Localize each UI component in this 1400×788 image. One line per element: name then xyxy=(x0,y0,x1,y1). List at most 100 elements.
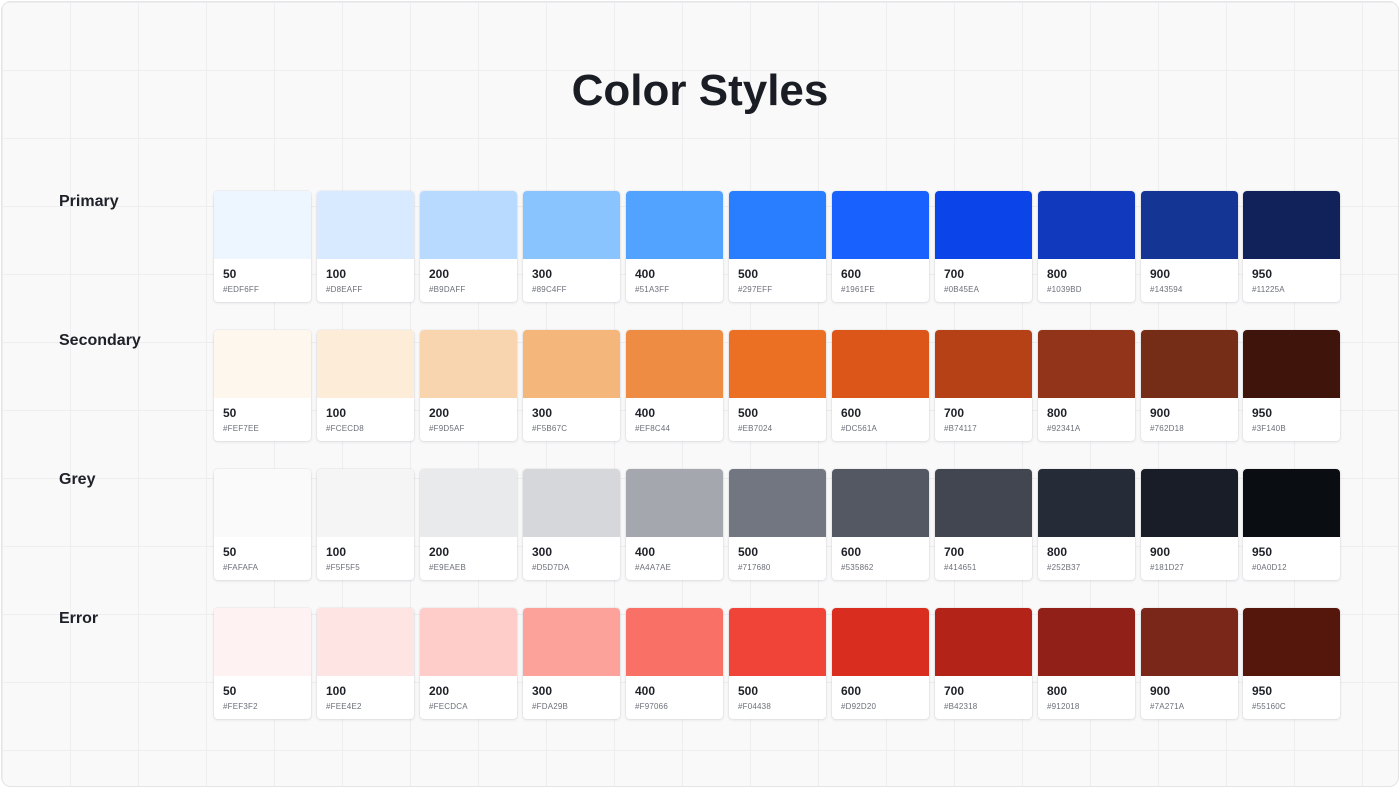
group-label: Primary xyxy=(59,193,119,210)
swatch-card-primary-800[interactable]: 800 #1039BD xyxy=(1038,191,1135,302)
shade-label: 500 xyxy=(738,545,759,559)
swatch-card-primary-300[interactable]: 300 #89C4FF xyxy=(523,191,620,302)
swatch-card-secondary-900[interactable]: 900 #762D18 xyxy=(1141,330,1238,441)
swatch-card-primary-600[interactable]: 600 #1961FE xyxy=(832,191,929,302)
color-swatch xyxy=(214,469,311,537)
swatch-card-primary-900[interactable]: 900 #143594 xyxy=(1141,191,1238,302)
swatch-card-primary-500[interactable]: 500 #297EFF xyxy=(729,191,826,302)
swatch-card-primary-100[interactable]: 100 #D8EAFF xyxy=(317,191,414,302)
color-swatch xyxy=(523,191,620,259)
shade-label: 700 xyxy=(944,545,965,559)
swatch-card-grey-50[interactable]: 50 #FAFAFA xyxy=(214,469,311,580)
swatch-card-error-950[interactable]: 950 #55160C xyxy=(1243,608,1340,719)
palette-group-grey: Grey 50 #FAFAFA 100 #F5F5F5 200 #E9EAEB 300 #D5D… xyxy=(2,469,1398,581)
hex-code: #143594 xyxy=(1150,285,1183,294)
shade-label: 300 xyxy=(532,545,553,559)
swatch-card-error-400[interactable]: 400 #F97066 xyxy=(626,608,723,719)
palette-group-error: Error 50 #FEF3F2 100 #FEE4E2 200 #FECDCA 300 #FD… xyxy=(2,608,1398,720)
shade-label: 200 xyxy=(429,406,450,420)
color-swatch xyxy=(1243,191,1340,259)
swatch-card-grey-500[interactable]: 500 #717680 xyxy=(729,469,826,580)
swatch-card-primary-200[interactable]: 200 #B9DAFF xyxy=(420,191,517,302)
swatch-card-error-300[interactable]: 300 #FDA29B xyxy=(523,608,620,719)
color-swatch xyxy=(1141,330,1238,398)
swatch-card-secondary-400[interactable]: 400 #EF8C44 xyxy=(626,330,723,441)
swatch-card-secondary-100[interactable]: 100 #FCECD8 xyxy=(317,330,414,441)
swatch-card-primary-950[interactable]: 950 #11225A xyxy=(1243,191,1340,302)
shade-label: 400 xyxy=(635,684,656,698)
shade-label: 500 xyxy=(738,267,759,281)
color-swatch xyxy=(1243,608,1340,676)
hex-code: #F04438 xyxy=(738,702,771,711)
color-swatch xyxy=(420,608,517,676)
hex-code: #F5B67C xyxy=(532,424,568,433)
hex-code: #0A0D12 xyxy=(1252,563,1287,572)
swatch-card-primary-400[interactable]: 400 #51A3FF xyxy=(626,191,723,302)
shade-label: 800 xyxy=(1047,267,1068,281)
hex-code: #1961FE xyxy=(841,285,875,294)
swatch-card-grey-300[interactable]: 300 #D5D7DA xyxy=(523,469,620,580)
color-swatch xyxy=(935,191,1032,259)
swatch-card-grey-600[interactable]: 600 #535862 xyxy=(832,469,929,580)
shade-label: 50 xyxy=(223,545,237,559)
shade-label: 600 xyxy=(841,406,862,420)
swatch-card-grey-100[interactable]: 100 #F5F5F5 xyxy=(317,469,414,580)
swatch-card-grey-200[interactable]: 200 #E9EAEB xyxy=(420,469,517,580)
shade-label: 600 xyxy=(841,267,862,281)
group-label: Grey xyxy=(59,471,96,488)
swatch-card-error-600[interactable]: 600 #D92D20 xyxy=(832,608,929,719)
shade-label: 400 xyxy=(635,545,656,559)
hex-code: #FEF7EE xyxy=(223,424,260,433)
swatch-card-error-200[interactable]: 200 #FECDCA xyxy=(420,608,517,719)
hex-code: #F9D5AF xyxy=(429,424,465,433)
page-title: Color Styles xyxy=(571,66,829,115)
swatch-card-secondary-950[interactable]: 950 #3F140B xyxy=(1243,330,1340,441)
shade-label: 50 xyxy=(223,406,237,420)
shade-label: 800 xyxy=(1047,545,1068,559)
swatch-card-grey-950[interactable]: 950 #0A0D12 xyxy=(1243,469,1340,580)
swatch-card-error-100[interactable]: 100 #FEE4E2 xyxy=(317,608,414,719)
swatch-card-primary-700[interactable]: 700 #0B45EA xyxy=(935,191,1032,302)
swatch-card-secondary-800[interactable]: 800 #92341A xyxy=(1038,330,1135,441)
swatch-card-grey-700[interactable]: 700 #414651 xyxy=(935,469,1032,580)
color-swatch xyxy=(1243,469,1340,537)
color-swatch xyxy=(1243,330,1340,398)
swatch-card-secondary-600[interactable]: 600 #DC561A xyxy=(832,330,929,441)
color-swatch xyxy=(214,608,311,676)
swatch-card-secondary-200[interactable]: 200 #F9D5AF xyxy=(420,330,517,441)
shade-label: 100 xyxy=(326,406,347,420)
shade-label: 100 xyxy=(326,545,347,559)
hex-code: #DC561A xyxy=(841,424,878,433)
swatch-card-secondary-500[interactable]: 500 #EB7024 xyxy=(729,330,826,441)
shade-label: 950 xyxy=(1252,684,1273,698)
hex-code: #762D18 xyxy=(1150,424,1184,433)
swatch-card-primary-50[interactable]: 50 #EDF6FF xyxy=(214,191,311,302)
color-swatch xyxy=(317,608,414,676)
swatch-card-error-700[interactable]: 700 #B42318 xyxy=(935,608,1032,719)
shade-label: 700 xyxy=(944,267,965,281)
shade-label: 900 xyxy=(1150,684,1171,698)
swatch-card-grey-800[interactable]: 800 #252B37 xyxy=(1038,469,1135,580)
swatch-card-error-50[interactable]: 50 #FEF3F2 xyxy=(214,608,311,719)
swatch-card-error-500[interactable]: 500 #F04438 xyxy=(729,608,826,719)
shade-label: 900 xyxy=(1150,545,1171,559)
swatch-card-grey-900[interactable]: 900 #181D27 xyxy=(1141,469,1238,580)
shade-label: 950 xyxy=(1252,406,1273,420)
shade-label: 800 xyxy=(1047,684,1068,698)
swatch-card-secondary-300[interactable]: 300 #F5B67C xyxy=(523,330,620,441)
color-swatch xyxy=(214,330,311,398)
hex-code: #E9EAEB xyxy=(429,563,466,572)
hex-code: #FEE4E2 xyxy=(326,702,362,711)
shade-label: 950 xyxy=(1252,267,1273,281)
hex-code: #F97066 xyxy=(635,702,668,711)
swatch-card-secondary-700[interactable]: 700 #B74117 xyxy=(935,330,1032,441)
shade-label: 500 xyxy=(738,406,759,420)
swatch-card-grey-400[interactable]: 400 #A4A7AE xyxy=(626,469,723,580)
color-swatch xyxy=(832,330,929,398)
color-swatch xyxy=(832,608,929,676)
swatch-card-error-800[interactable]: 800 #912018 xyxy=(1038,608,1135,719)
swatch-card-secondary-50[interactable]: 50 #FEF7EE xyxy=(214,330,311,441)
swatch-card-error-900[interactable]: 900 #7A271A xyxy=(1141,608,1238,719)
color-swatch xyxy=(626,191,723,259)
color-swatch xyxy=(317,191,414,259)
